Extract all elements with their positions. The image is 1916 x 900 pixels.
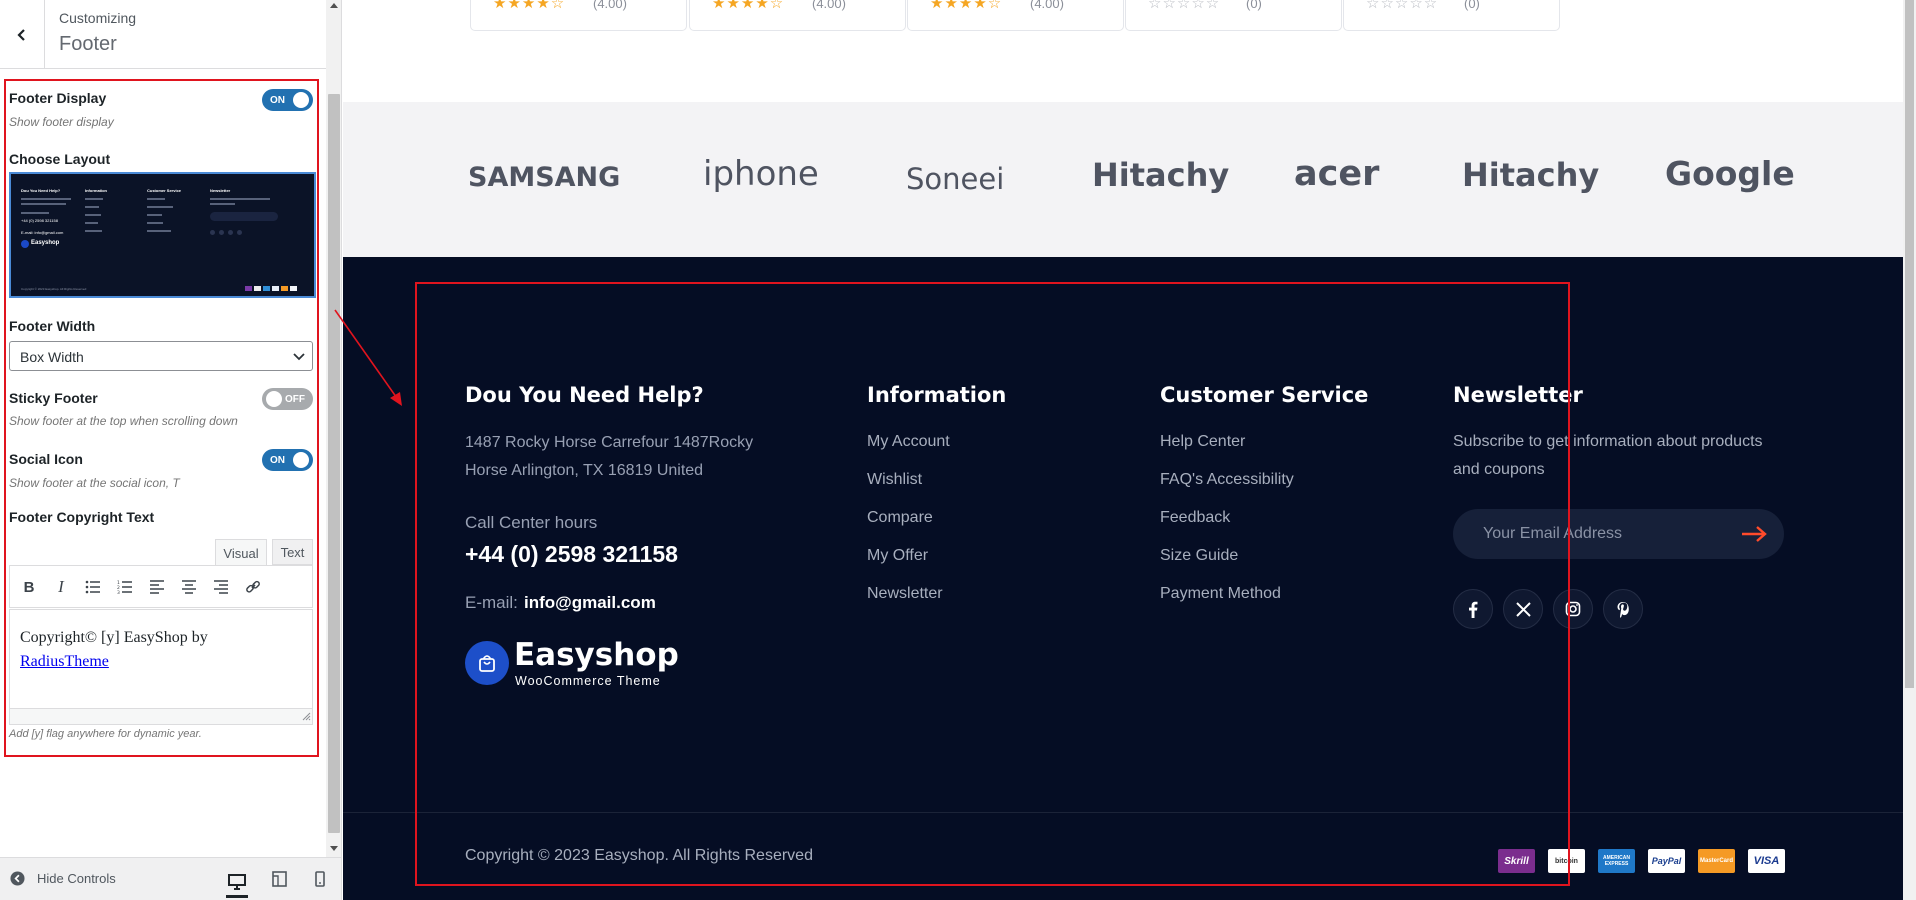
chevron-left-icon	[17, 28, 25, 41]
sidebar-scrollbar[interactable]	[326, 0, 341, 857]
site-preview: ★★★★☆ (4.00) ★★★★☆ (4.00) ★★★★☆ (4.00) ☆…	[343, 0, 1916, 900]
desktop-preview-button[interactable]	[226, 868, 248, 898]
brand-logo[interactable]: Google	[1665, 154, 1795, 193]
product-card[interactable]: ★★★★☆ (4.00)	[907, 0, 1124, 31]
back-button[interactable]	[0, 0, 45, 69]
annotation-box-footer	[415, 282, 1570, 886]
brand-logo[interactable]: acer	[1294, 154, 1379, 194]
brand-logos-section: SAMSANG iphone Soneei Hitachy acer Hitac…	[343, 102, 1916, 257]
product-card[interactable]: ★★★★☆ (4.00)	[470, 0, 687, 31]
pinterest-icon[interactable]	[1603, 589, 1643, 629]
rating-value: (4.00)	[593, 0, 627, 11]
rating-stars: ★★★★☆	[493, 0, 566, 12]
rating-stars: ★★★★☆	[712, 0, 785, 12]
rating-stars: ☆☆☆☆☆	[1366, 0, 1439, 12]
annotation-box-controls	[4, 79, 319, 757]
collapse-icon	[10, 871, 25, 886]
brand-logo[interactable]: Hitachy	[1092, 156, 1229, 194]
page-scrollbar-thumb[interactable]	[1905, 0, 1914, 688]
customizing-label: Customizing	[59, 10, 137, 26]
customizer-sidebar: Customizing Footer Footer Display Show f…	[0, 0, 342, 900]
rating-value: (0)	[1464, 0, 1480, 11]
desktop-icon	[228, 873, 246, 890]
rating-stars: ★★★★☆	[930, 0, 1003, 12]
tablet-preview-button[interactable]	[268, 868, 290, 890]
scroll-down-icon[interactable]	[330, 846, 338, 851]
amex-payment-icon: AMERICAN EXPRESS	[1598, 849, 1635, 873]
section-title: Footer	[59, 33, 117, 55]
product-card[interactable]: ☆☆☆☆☆ (0)	[1125, 0, 1342, 31]
mastercard-payment-icon: MasterCard	[1698, 849, 1735, 873]
mobile-preview-button[interactable]	[309, 868, 331, 890]
rating-value: (4.00)	[1030, 0, 1064, 11]
customizer-header: Customizing Footer	[0, 0, 326, 69]
scrollbar-thumb[interactable]	[328, 94, 340, 833]
annotation-arrow	[334, 309, 402, 406]
product-card[interactable]: ☆☆☆☆☆ (0)	[1343, 0, 1560, 31]
tablet-icon	[271, 871, 287, 887]
paypal-payment-icon: PayPal	[1648, 849, 1685, 873]
hide-controls-button[interactable]: Hide Controls	[10, 871, 116, 886]
brand-logo[interactable]: SAMSANG	[468, 162, 620, 193]
brand-logo[interactable]: Hitachy	[1462, 156, 1599, 194]
rating-value: (0)	[1246, 0, 1262, 11]
brand-logo[interactable]: Soneei	[906, 162, 1004, 196]
brand-logo[interactable]: iphone	[703, 154, 819, 194]
visa-payment-icon: VISA	[1748, 849, 1785, 873]
page-scrollbar[interactable]	[1903, 0, 1916, 900]
customizer-footer-bar: Hide Controls	[0, 857, 341, 900]
rating-stars: ☆☆☆☆☆	[1148, 0, 1221, 12]
product-card[interactable]: ★★★★☆ (4.00)	[689, 0, 906, 31]
rating-value: (4.00)	[812, 0, 846, 11]
scroll-up-icon[interactable]	[330, 3, 338, 8]
arrow-right-icon[interactable]	[1740, 525, 1768, 543]
mobile-icon	[315, 871, 325, 887]
